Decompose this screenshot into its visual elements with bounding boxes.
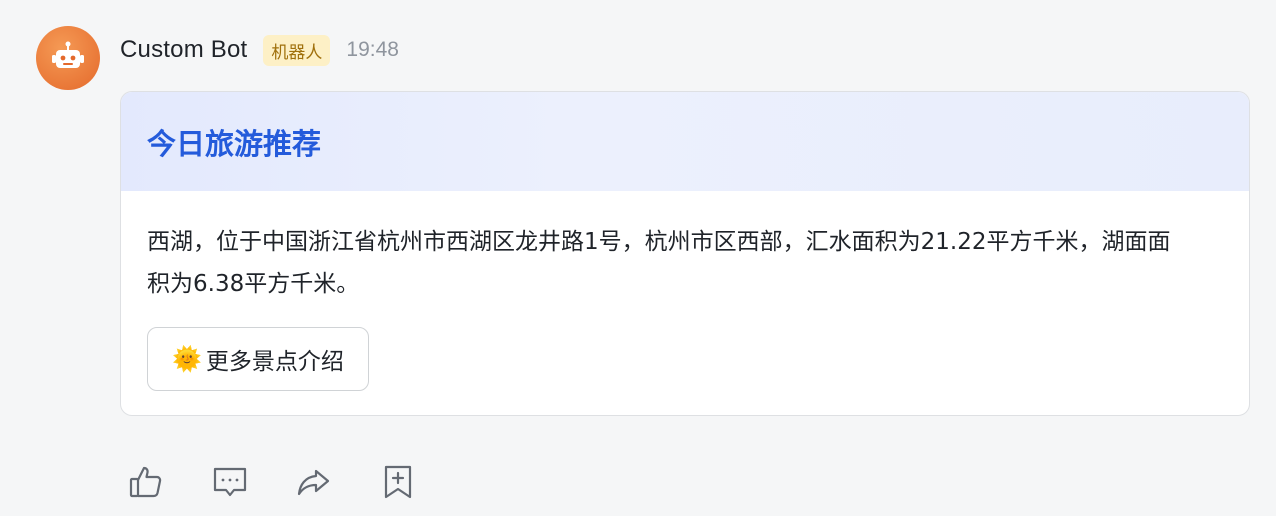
message: Custom Bot 机器人 19:48 今日旅游推荐 西湖，位于中国浙江省杭州…	[0, 0, 1276, 516]
message-actions	[128, 464, 464, 500]
message-time: 19:48	[346, 38, 399, 61]
bot-badge: 机器人	[263, 34, 331, 66]
bot-avatar[interactable]	[36, 26, 100, 90]
message-header: Custom Bot 机器人 19:48	[120, 34, 399, 66]
sender-name[interactable]: Custom Bot	[120, 36, 247, 64]
bookmark-button[interactable]	[380, 464, 416, 500]
reply-button[interactable]	[212, 464, 248, 500]
forward-button[interactable]	[296, 464, 332, 500]
thumbs-up-icon	[129, 466, 162, 498]
card-body-text: 西湖，位于中国浙江省杭州市西湖区龙井路1号，杭州市区西部，汇水面积为21.22平…	[147, 229, 1171, 297]
card-header: 今日旅游推荐	[121, 92, 1249, 191]
sun-icon: 🌞	[172, 345, 202, 373]
bookmark-add-icon	[384, 465, 412, 499]
share-icon	[297, 469, 330, 496]
like-button[interactable]	[128, 464, 164, 500]
robot-icon	[52, 41, 84, 68]
more-attractions-button[interactable]: 🌞 更多景点介绍	[147, 327, 369, 391]
more-attractions-label: 更多景点介绍	[205, 349, 344, 375]
message-card: 今日旅游推荐 西湖，位于中国浙江省杭州市西湖区龙井路1号，杭州市区西部，汇水面积…	[120, 91, 1250, 416]
card-title: 今日旅游推荐	[147, 126, 322, 161]
comment-icon	[213, 467, 247, 497]
